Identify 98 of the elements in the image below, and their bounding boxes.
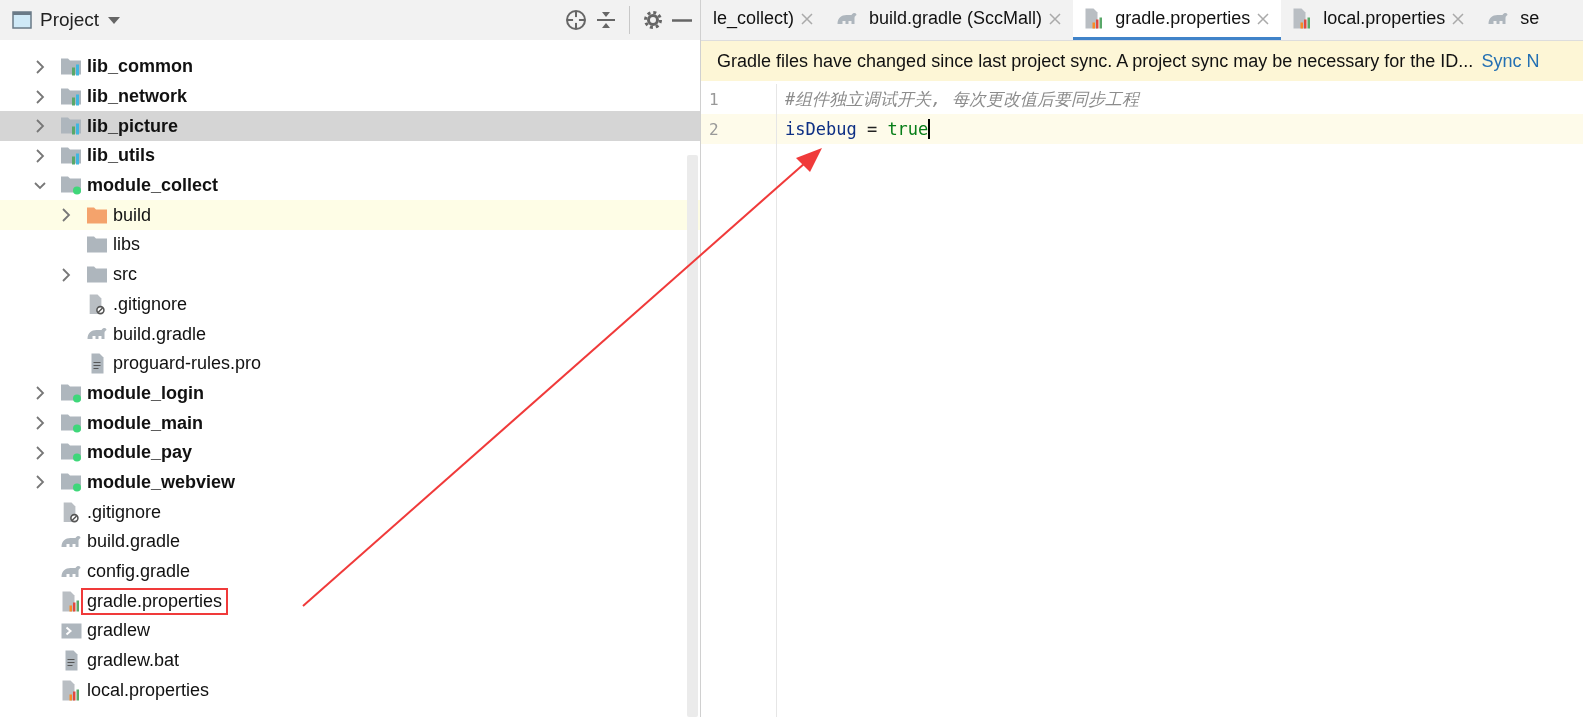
code-token: true [887,119,929,139]
elephant-icon [837,12,858,25]
minimize-icon[interactable] [672,18,692,22]
tree-item-label[interactable]: .gitignore [81,498,168,526]
tree-item-label[interactable]: build.gradle [107,320,213,348]
tree-row[interactable]: gradle.properties [0,586,700,617]
tree-row[interactable]: local.properties [0,675,700,706]
tree-row[interactable]: lib_common [0,52,700,82]
file-chart-icon [62,679,80,701]
text-file-icon [64,650,78,672]
collapsed-chevron-icon[interactable] [34,445,46,460]
folder-chart-icon [60,146,82,165]
tree-row[interactable]: build.gradle [0,527,700,557]
editor-tab[interactable]: le_collect) [701,0,826,40]
tree-item-label[interactable]: lib_network [81,83,194,111]
text-file-icon [90,353,104,375]
elephant-icon [61,565,81,578]
collapsed-chevron-icon[interactable] [34,475,46,490]
tree-row[interactable]: .gitignore [0,497,700,527]
tree-item-label[interactable]: src [107,261,143,289]
editor-tab[interactable]: build.gradle (SccMall) [825,0,1074,40]
tree-item-label[interactable]: build [107,201,158,229]
tree-row[interactable]: build [0,200,700,231]
tree-item-label[interactable]: lib_common [81,53,199,81]
tree-row[interactable]: .gitignore [0,289,700,320]
file-chart-icon [1085,8,1104,29]
code-token: = [865,119,879,139]
tree-row[interactable]: module_main [0,408,700,438]
tree-row[interactable]: module_pay [0,437,700,468]
tree-row[interactable]: libs [0,230,700,260]
collapse-icon[interactable] [595,9,617,31]
tree-row[interactable]: gradlew [0,616,700,646]
tree-item-label[interactable]: config.gradle [81,558,197,586]
folder-icon [86,266,108,284]
file-chart-icon [1293,8,1312,29]
sync-link[interactable]: Sync N [1481,50,1540,72]
tree-row[interactable]: lib_utils [0,141,700,171]
banner-message: Gradle files have changed since last project sync. A project sync may be necessary for the ID... [717,50,1474,72]
tree-row[interactable]: module_login [0,378,700,409]
tree-row[interactable]: config.gradle [0,556,700,587]
tree-item-label[interactable]: proguard-rules.pro [107,350,268,378]
editor-tab[interactable]: gradle.properties [1073,0,1282,40]
folder-chart-icon [60,57,82,76]
tree-item-label[interactable]: lib_picture [81,112,185,140]
tree-item-label[interactable]: gradlew.bat [81,647,186,675]
editor-tab[interactable]: se [1476,0,1552,40]
folder-chart-icon [60,117,82,136]
elephant-icon [87,328,107,341]
elephant-icon [61,535,81,548]
collapsed-chevron-icon[interactable] [34,59,46,74]
terminal-icon [60,622,82,639]
collapsed-chevron-icon[interactable] [60,267,72,282]
close-icon[interactable] [1257,12,1270,25]
collapsed-chevron-icon[interactable] [34,148,46,163]
scrollbar[interactable] [687,155,698,717]
code-token: isDebug [785,119,857,139]
tree-row[interactable]: proguard-rules.pro [0,348,700,379]
tree-item-label[interactable]: gradlew [81,617,157,645]
tree-item-label[interactable]: module_login [81,379,210,407]
tree-row[interactable]: build.gradle [0,319,700,349]
collapsed-chevron-icon[interactable] [34,89,46,104]
file-blocked-icon [63,501,79,523]
window-icon [12,11,32,29]
file-chart-icon [62,590,80,612]
folder-icon [86,236,108,254]
elephant-icon [1488,12,1509,25]
collapsed-chevron-icon[interactable] [34,386,46,401]
tree-row[interactable]: module_webview [0,467,700,498]
line-number: 1 [709,89,719,109]
tree-item-label[interactable]: .gitignore [107,290,194,318]
file-blocked-icon [89,293,105,315]
dropdown-caret-icon [107,15,122,25]
panel-title[interactable]: Project [40,9,100,31]
settings-icon[interactable] [642,9,664,31]
code-token: #组件独立调试开关, 每次更改值后要同步工程 [785,87,1139,111]
tree-item-label[interactable]: local.properties [81,676,216,704]
collapsed-chevron-icon[interactable] [34,416,46,431]
tree-item-label[interactable]: build.gradle [81,528,187,556]
editor-tab[interactable]: local.properties [1281,0,1477,40]
tree-row[interactable]: lib_network [0,81,700,112]
tree-item-label[interactable]: libs [107,231,146,259]
tree-row[interactable]: module_collect [0,170,700,201]
collapsed-chevron-icon[interactable] [60,208,72,223]
tree-row[interactable]: lib_picture [0,111,700,142]
collapsed-chevron-icon[interactable] [34,119,46,134]
tree-item-label[interactable]: module_main [81,409,210,437]
folder-chart-icon [60,87,82,106]
crosshair-icon[interactable] [565,9,587,31]
line-number: 2 [709,119,719,139]
tree-row[interactable]: src [0,259,700,290]
tree-item-label[interactable]: module_webview [81,468,242,496]
tree-item-label[interactable]: lib_utils [81,142,161,170]
tree-item-label[interactable]: module_pay [81,439,199,467]
folder-icon [86,206,108,224]
tree-item-label[interactable]: gradle.properties [81,587,229,615]
tree-item-label[interactable]: module_collect [81,172,225,200]
text-cursor [928,119,931,139]
tree-row[interactable]: gradlew.bat [0,645,700,676]
